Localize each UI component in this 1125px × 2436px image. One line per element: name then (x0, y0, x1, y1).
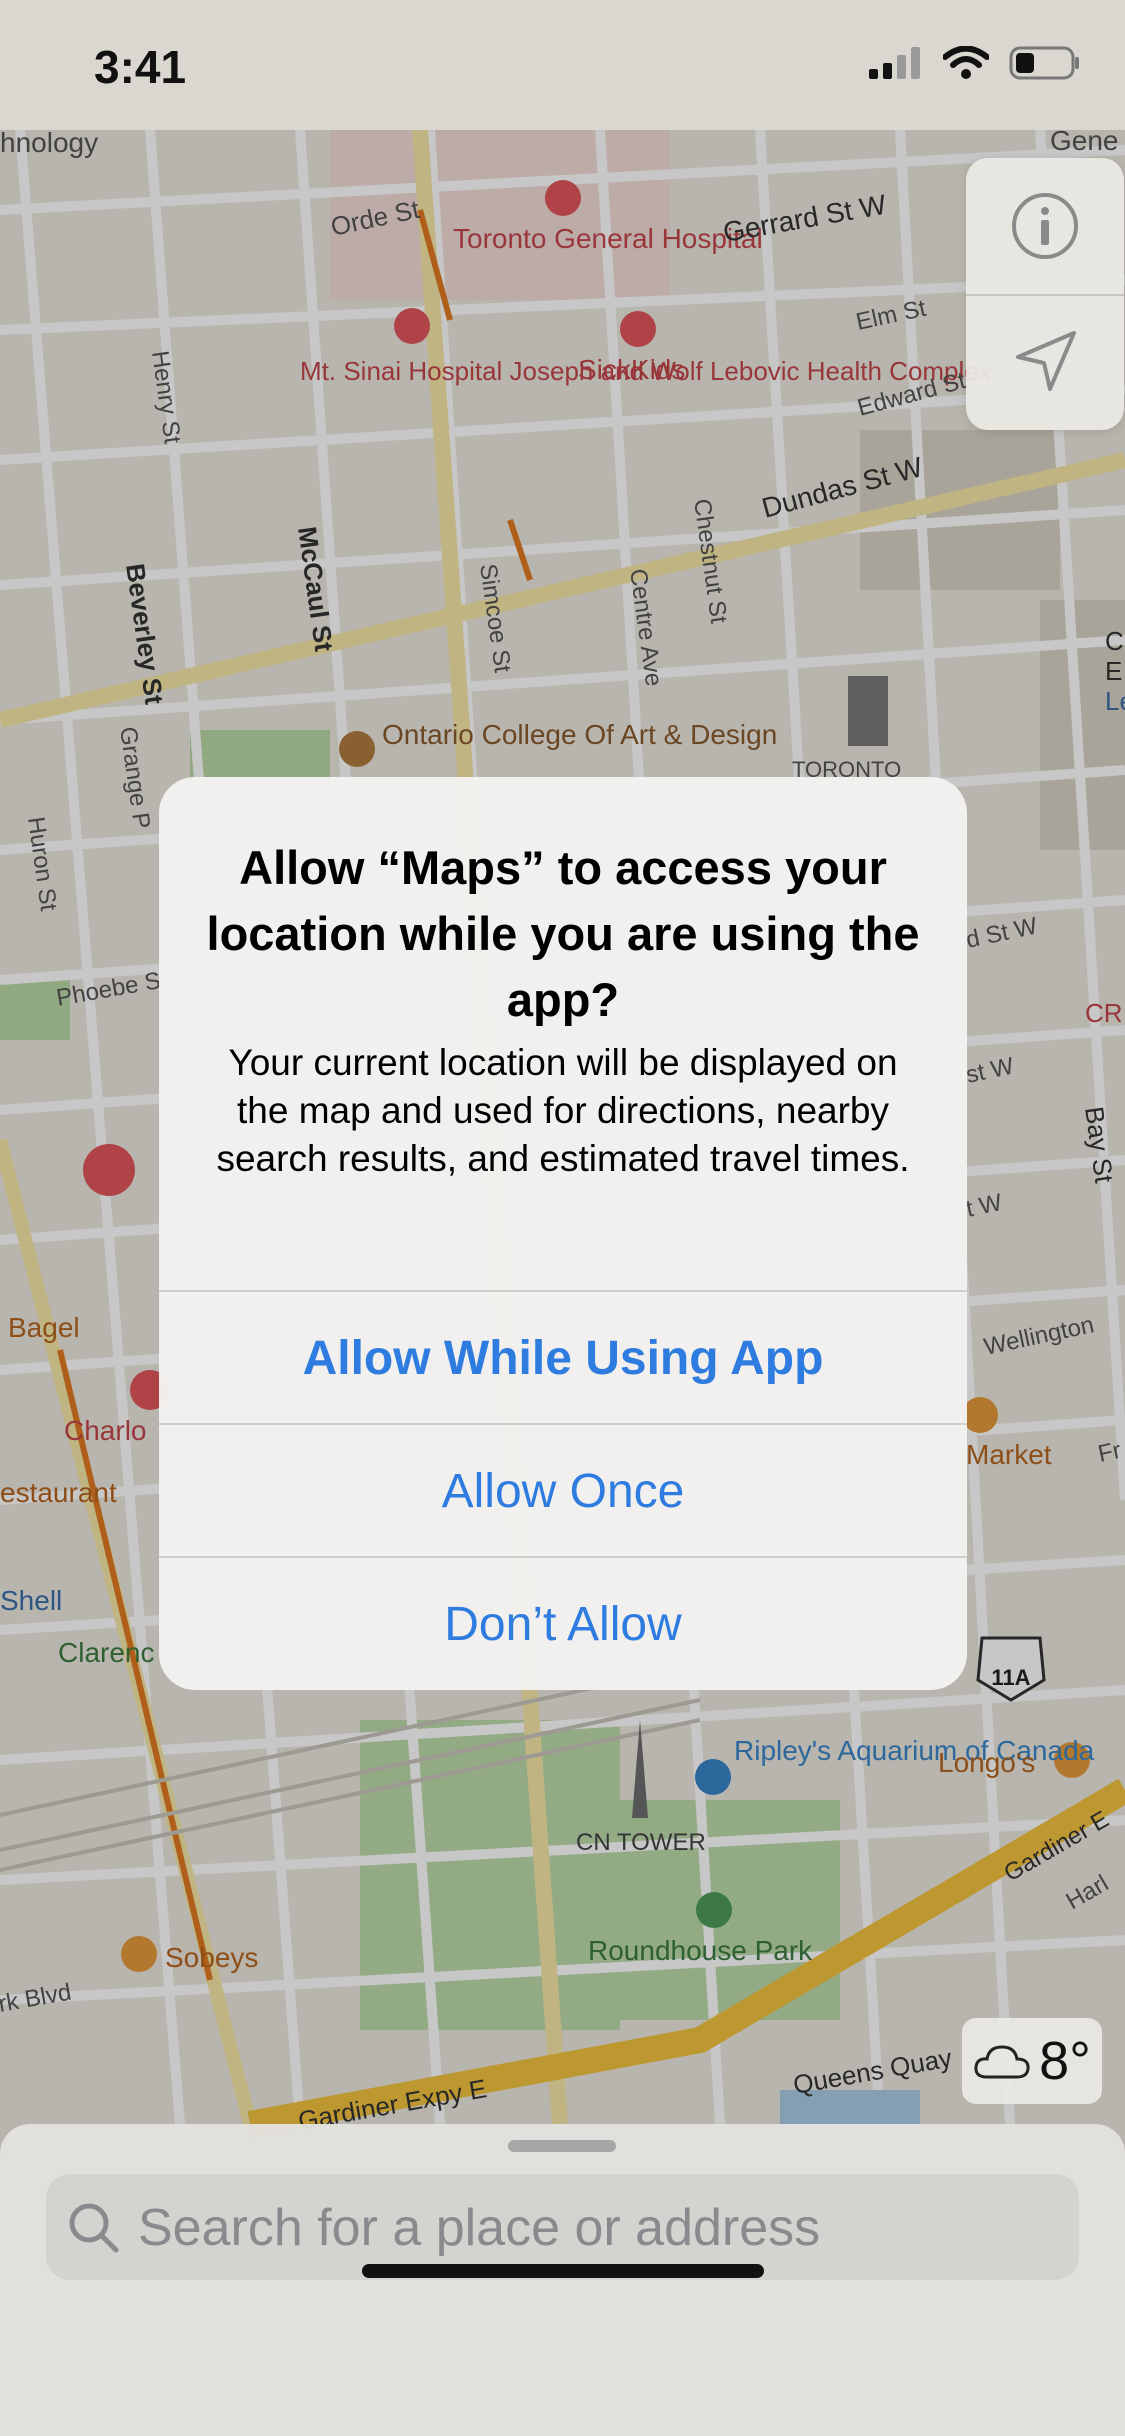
status-icons (869, 46, 1081, 80)
current-location-button[interactable] (966, 294, 1124, 430)
info-icon (1012, 193, 1078, 259)
location-arrow-icon (1016, 331, 1076, 391)
map-controls (966, 158, 1124, 430)
status-time: 3:41 (94, 41, 187, 93)
cloud-icon (974, 2045, 1030, 2079)
alert-message: Your current location will be displayed … (216, 1042, 910, 1179)
cellular-signal-icon (869, 47, 920, 79)
weather-temperature: 8° (1039, 2031, 1091, 2091)
map-info-button[interactable] (966, 158, 1124, 296)
dont-allow-button[interactable]: Don’t Allow (159, 1556, 967, 1690)
allow-while-using-app-button[interactable]: Allow While Using App (159, 1290, 967, 1425)
allow-once-button[interactable]: Allow Once (159, 1423, 967, 1558)
weather-badge: 8° (962, 2018, 1102, 2104)
wifi-icon (943, 46, 989, 79)
search-sheet (0, 2124, 1125, 2436)
location-permission-alert: Allow “Maps” to access your location whi… (159, 777, 967, 1690)
alert-title: Allow “Maps” to access your location whi… (206, 841, 920, 1026)
home-indicator[interactable] (362, 2264, 764, 2278)
search-icon (69, 2203, 119, 2253)
status-bar: 3:41 (0, 0, 1125, 130)
battery-icon (1009, 46, 1079, 80)
sheet-grabber[interactable] (508, 2140, 616, 2152)
